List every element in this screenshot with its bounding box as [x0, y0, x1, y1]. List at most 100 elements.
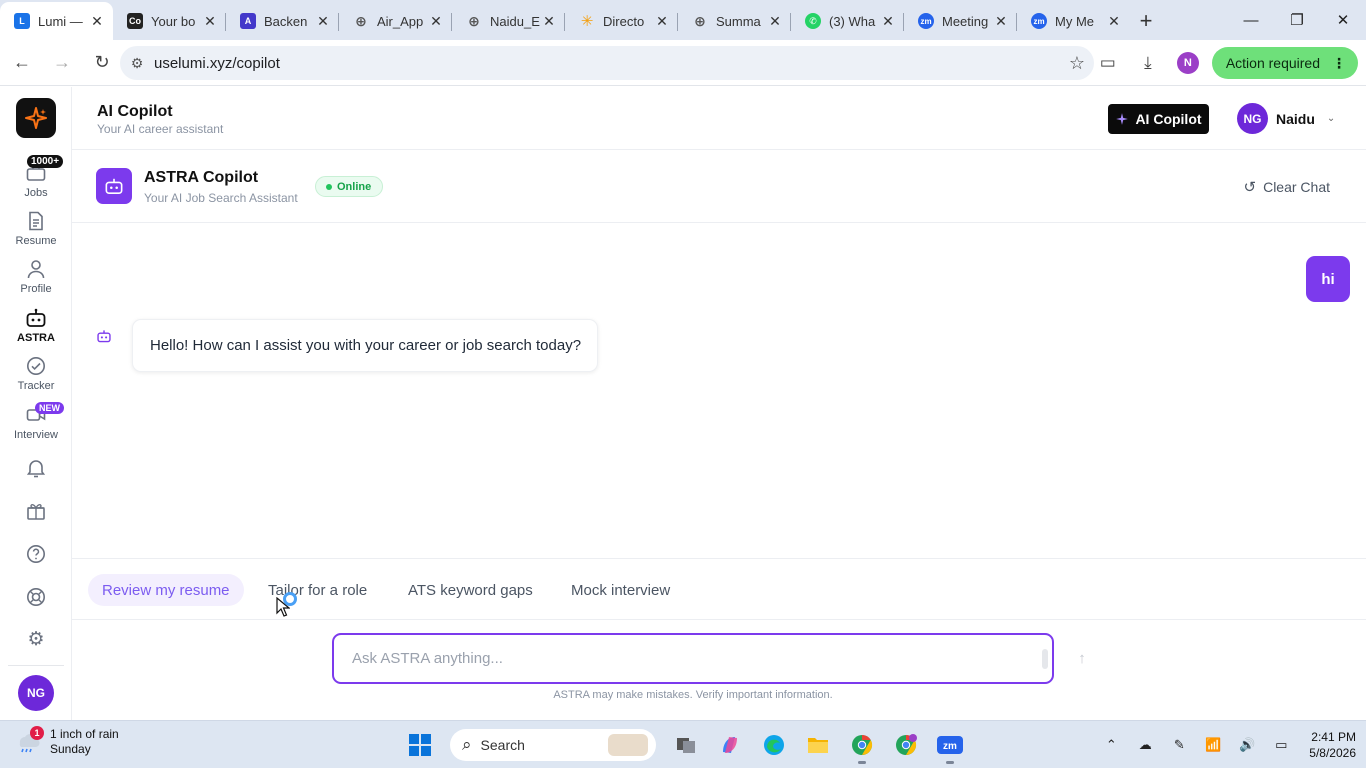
lifebuoy-icon [24, 586, 48, 608]
chat-input-box[interactable] [332, 633, 1054, 684]
ai-copilot-button[interactable]: AI Copilot [1108, 104, 1209, 134]
new-tab-button[interactable]: + [1130, 2, 1162, 40]
sidebar-divider [8, 665, 64, 666]
chevron-up-icon[interactable]: ⌃ [1099, 737, 1123, 753]
suggestion-chip[interactable]: Tailor for a role [254, 574, 381, 606]
forward-arrow-icon[interactable]: → [44, 45, 80, 81]
sparkle-icon [1116, 113, 1129, 125]
close-tab-icon[interactable]: ✕ [89, 13, 105, 30]
help-button[interactable] [0, 543, 72, 568]
download-icon[interactable]: ⤓ [1132, 47, 1164, 79]
user-avatar[interactable]: NG [18, 675, 54, 711]
close-tab-icon[interactable]: ✕ [541, 13, 557, 30]
input-scrollbar[interactable] [1042, 649, 1048, 669]
chat-input[interactable] [352, 635, 1032, 682]
message-list: hi Hello! How can I assist you with your… [72, 223, 1366, 558]
weather-widget[interactable]: 1 1 inch of rain Sunday [14, 726, 119, 757]
zoom-app-icon[interactable]: zm [930, 725, 970, 765]
action-required-button[interactable]: Action required ⋮ [1211, 47, 1358, 79]
back-arrow-icon[interactable]: ← [4, 45, 40, 81]
sidebar-item-tracker[interactable]: Tracker [0, 355, 72, 392]
bot-message-robot-icon [97, 330, 111, 343]
suggestion-chip[interactable]: ATS keyword gaps [394, 574, 547, 606]
close-window-icon[interactable]: ✕ [1320, 0, 1366, 40]
check-circle-icon [24, 355, 48, 377]
sidebar-item-profile[interactable]: Profile [0, 258, 72, 295]
settings-button[interactable]: ⚙ [0, 628, 72, 653]
jobs-count-badge: 1000+ [27, 155, 64, 168]
url-text[interactable]: uselumi.xyz/copilot [154, 55, 1060, 72]
windows-start-icon[interactable] [400, 725, 440, 765]
cloud-sync-icon[interactable]: ☁ [1133, 737, 1157, 753]
browser-tab-lumi[interactable]: L Lumi — ✕ [0, 2, 113, 40]
volume-icon[interactable]: 🔊 [1235, 737, 1259, 753]
chrome-icon[interactable] [842, 725, 882, 765]
restore-icon[interactable]: ❐ [1274, 0, 1320, 40]
bookmark-star-icon[interactable]: ☆ [1060, 53, 1094, 74]
edge-browser-icon[interactable] [754, 725, 794, 765]
bell-icon [24, 457, 48, 479]
clock-date: 5/8/2026 [1309, 746, 1356, 760]
weather-day: Sunday [50, 742, 91, 756]
suggestion-bar: Review my resume Tailor for a role ATS k… [72, 558, 1366, 620]
task-view-icon[interactable] [666, 725, 706, 765]
browser-tab-7[interactable]: ⊕ Summa ✕ [678, 2, 791, 40]
reload-icon[interactable]: ↻ [84, 45, 120, 81]
gift-button[interactable] [0, 500, 72, 525]
battery-icon[interactable]: ▭ [1269, 737, 1293, 753]
close-tab-icon[interactable]: ✕ [767, 13, 783, 30]
support-button[interactable] [0, 586, 72, 611]
clear-chat-button[interactable]: ↺ Clear Chat [1244, 178, 1331, 196]
tab-title: Lumi — [38, 13, 83, 29]
copilot-app-icon[interactable] [710, 725, 750, 765]
suggestion-chip[interactable]: Mock interview [557, 574, 684, 606]
close-tab-icon[interactable]: ✕ [315, 13, 331, 30]
chat-header: ASTRA Copilot Your AI Job Search Assista… [72, 150, 1366, 223]
globe-icon: ⊕ [694, 12, 706, 29]
close-tab-icon[interactable]: ✕ [654, 13, 670, 30]
wifi-icon[interactable]: 📶 [1201, 737, 1225, 753]
sidebar-item-label: Jobs [24, 187, 48, 199]
close-tab-icon[interactable]: ✕ [1106, 13, 1122, 30]
browser-tab-8[interactable]: ✆ (3) Wha ✕ [791, 2, 904, 40]
close-tab-icon[interactable]: ✕ [428, 13, 444, 30]
send-button[interactable]: ↑ [1064, 640, 1100, 676]
browser-tab-2[interactable]: Co Your bo ✕ [113, 2, 226, 40]
page-title: AI Copilot [97, 103, 173, 120]
address-bar[interactable]: ⚙ uselumi.xyz/copilot ☆ [120, 46, 1094, 80]
browser-tab-10[interactable]: zm My Me ✕ [1017, 2, 1130, 40]
pen-icon[interactable]: ✎ [1167, 737, 1191, 753]
status-badge: Online [315, 176, 384, 197]
close-tab-icon[interactable]: ✕ [880, 13, 896, 30]
minimize-icon[interactable]: — [1228, 0, 1274, 40]
file-explorer-icon[interactable] [798, 725, 838, 765]
bot-subtitle: Your AI Job Search Assistant [144, 191, 298, 205]
browser-tab-6[interactable]: ✳ Directo ✕ [565, 2, 678, 40]
close-tab-icon[interactable]: ✕ [202, 13, 218, 30]
profile-button[interactable]: N [1172, 47, 1204, 79]
window-controls: — ❐ ✕ [1228, 0, 1366, 40]
browser-tab-5[interactable]: ⊕ Naidu_E ✕ [452, 2, 565, 40]
close-tab-icon[interactable]: ✕ [993, 13, 1009, 30]
bot-name: ASTRA Copilot [144, 169, 259, 186]
clock[interactable]: 2:41 PM 5/8/2026 [1309, 729, 1356, 761]
taskbar-search[interactable]: ⌕ Search [450, 729, 656, 761]
chrome-profile-icon[interactable] [886, 725, 926, 765]
chat-composer: ↑ ASTRA may make mistakes. Verify import… [72, 620, 1366, 720]
windows-taskbar: 1 1 inch of rain Sunday ⌕ Search zm ⌃ ☁ … [0, 720, 1366, 768]
suggestion-chip[interactable]: Review my resume [88, 574, 244, 606]
browser-tab-3[interactable]: A Backen ✕ [226, 2, 339, 40]
sidebar-item-astra[interactable]: ASTRA [0, 307, 72, 344]
tab-title: Backen [264, 13, 308, 29]
lumi-logo[interactable] [16, 98, 56, 138]
browser-tab-9[interactable]: zm Meeting ✕ [904, 2, 1017, 40]
site-info-icon[interactable]: ⚙ [120, 55, 154, 72]
kebab-menu-icon: ⋮ [1332, 54, 1346, 71]
user-menu[interactable]: NG Naidu ⌄ [1237, 103, 1335, 134]
sidebar-item-resume[interactable]: Resume [0, 210, 72, 247]
cast-icon[interactable]: ▭ [1092, 47, 1124, 79]
sidebar-item-label: Resume [15, 235, 57, 247]
browser-tab-4[interactable]: ⊕ Air_App ✕ [339, 2, 452, 40]
svg-text:zm: zm [943, 741, 957, 752]
notifications-button[interactable] [0, 457, 72, 482]
